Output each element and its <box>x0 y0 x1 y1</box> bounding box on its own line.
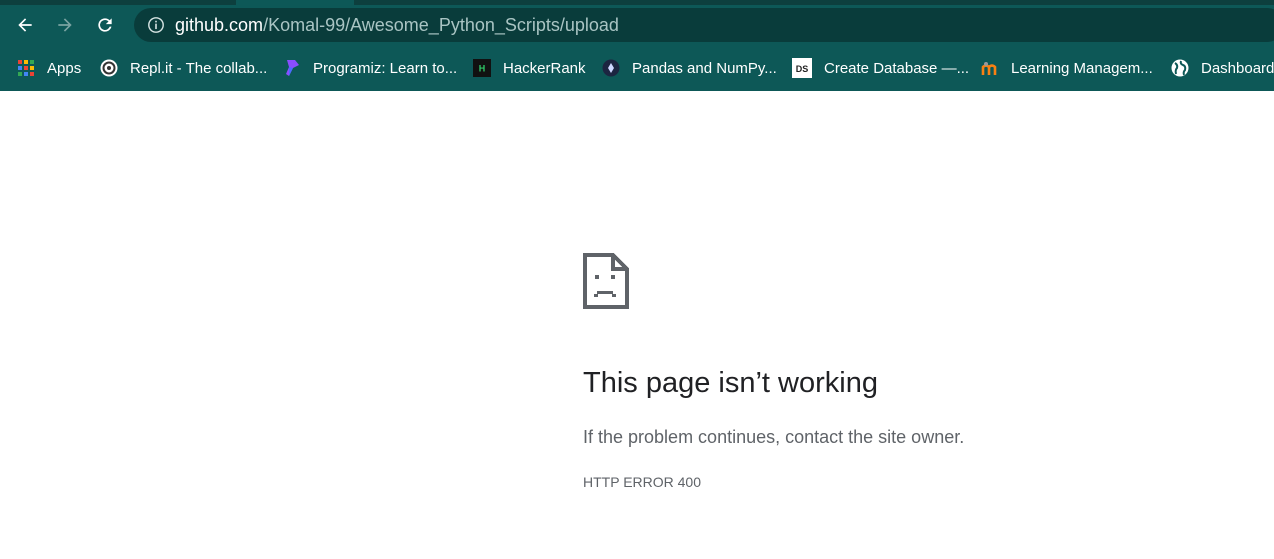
ds-icon: DS <box>792 58 812 78</box>
svg-text:DS: DS <box>796 64 809 74</box>
back-button[interactable] <box>9 9 41 41</box>
url-text: github.com/Komal-99/Awesome_Python_Scrip… <box>175 15 619 36</box>
toolbar: github.com/Komal-99/Awesome_Python_Scrip… <box>0 5 1274 45</box>
moodle-icon <box>981 59 999 77</box>
bookmark-apps[interactable]: Apps <box>17 57 81 79</box>
reload-button[interactable] <box>89 9 121 41</box>
apps-grid-icon <box>17 59 35 77</box>
arrow-right-icon <box>58 18 72 32</box>
page-content: This page isn’t working If the problem c… <box>0 91 1274 559</box>
error-description: If the problem continues, contact the si… <box>583 427 965 447</box>
arrow-left-icon <box>18 18 32 32</box>
site-info-icon[interactable] <box>146 15 166 35</box>
globe-icon <box>1171 59 1189 77</box>
bookmark-label: Apps <box>47 59 82 77</box>
bookmarks-bar: Apps Repl.it - The collab... Programiz: … <box>0 45 1274 91</box>
bookmark-replit[interactable]: Repl.it - The collab... <box>100 57 267 79</box>
address-bar[interactable]: github.com/Komal-99/Awesome_Python_Scrip… <box>134 8 1274 42</box>
url-host: github.com <box>175 14 264 35</box>
pandas-icon <box>602 59 620 77</box>
error-code: HTTP ERROR 400 <box>583 474 701 490</box>
bookmark-pandas[interactable]: Pandas and NumPy... <box>602 57 777 79</box>
programiz-icon <box>283 59 301 77</box>
reload-icon <box>98 18 112 32</box>
bookmark-label: Pandas and NumPy... <box>632 59 777 77</box>
bookmark-label: Programiz: Learn to... <box>313 59 458 77</box>
bookmark-label: Repl.it - The collab... <box>130 59 268 77</box>
replit-icon <box>100 59 118 77</box>
svg-text:H: H <box>479 64 486 74</box>
hackerrank-icon: H <box>473 59 491 77</box>
bookmark-hackerrank[interactable]: H HackerRank <box>473 57 586 79</box>
error-title: This page isn’t working <box>583 367 878 399</box>
bookmark-label: Learning Managem... <box>1011 59 1153 77</box>
sad-page-icon <box>583 253 629 314</box>
forward-button[interactable] <box>49 9 81 41</box>
bookmark-label: HackerRank <box>503 59 586 77</box>
browser-chrome: github.com/Komal-99/Awesome_Python_Scrip… <box>0 0 1274 91</box>
url-path: /Komal-99/Awesome_Python_Scripts/upload <box>263 14 619 35</box>
bookmark-learning-management[interactable]: Learning Managem... <box>981 57 1153 79</box>
bookmark-create-database[interactable]: DS Create Database —... <box>792 57 969 79</box>
bookmark-label: Dashboard <box>1201 59 1274 77</box>
bookmark-dashboard[interactable]: Dashboard <box>1171 57 1274 79</box>
bookmark-programiz[interactable]: Programiz: Learn to... <box>283 57 457 79</box>
bookmark-label: Create Database —... <box>824 59 970 77</box>
